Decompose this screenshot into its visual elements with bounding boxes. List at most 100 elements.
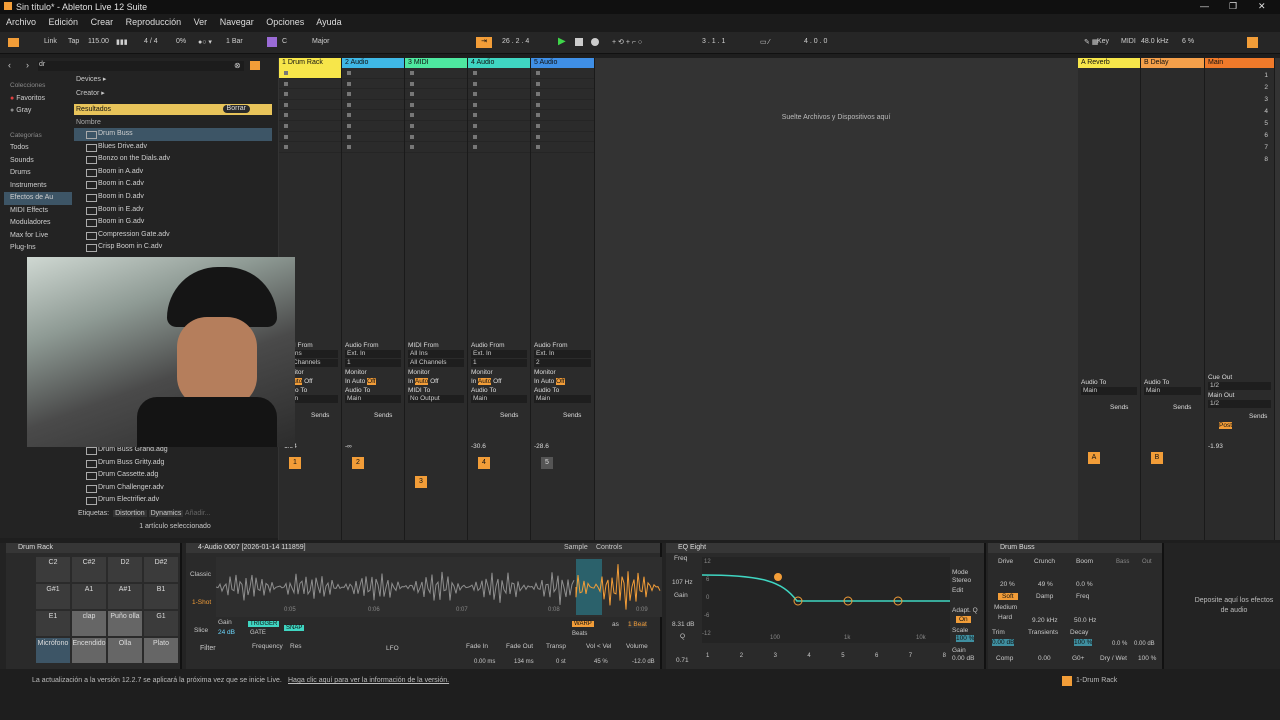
- clip-slot[interactable]: [468, 110, 530, 121]
- adapt-q-toggle[interactable]: On: [956, 616, 971, 623]
- decay-value[interactable]: 100 %: [1074, 639, 1093, 646]
- eq-band-toggle[interactable]: 8: [943, 653, 946, 659]
- clip-slot[interactable]: [279, 132, 341, 143]
- device-title[interactable]: EQ Eight: [666, 543, 984, 553]
- category-instruments[interactable]: Instruments: [4, 180, 72, 193]
- menu-ver[interactable]: Ver: [194, 17, 208, 27]
- clip-slot[interactable]: [531, 68, 594, 79]
- clip-slot[interactable]: [405, 142, 467, 153]
- transpose-value[interactable]: 0 st: [556, 659, 566, 665]
- loop-length[interactable]: 4 . 0 . 0: [804, 38, 827, 45]
- monitor-auto[interactable]: Auto: [414, 377, 429, 385]
- lfo-label[interactable]: LFO: [386, 645, 399, 652]
- key-select[interactable]: C: [282, 38, 287, 45]
- monitor-off[interactable]: Off: [430, 378, 439, 385]
- clip-slot[interactable]: [531, 132, 594, 143]
- clip-slot[interactable]: [342, 132, 404, 143]
- monitor-in[interactable]: In: [345, 378, 350, 385]
- sample-tab[interactable]: Sample: [564, 544, 588, 551]
- search-input[interactable]: dr: [38, 61, 244, 71]
- eq-band-toggle[interactable]: 3: [774, 653, 777, 659]
- volume-value[interactable]: -1.93: [1205, 442, 1274, 451]
- metronome-bars-icon[interactable]: ▮▮▮: [116, 38, 128, 46]
- drum-pad[interactable]: G1: [144, 611, 178, 636]
- monitor-off[interactable]: Off: [556, 377, 565, 385]
- minimize-icon[interactable]: —: [1200, 1, 1209, 11]
- eq-band-toggle[interactable]: 2: [740, 653, 743, 659]
- monitor-off[interactable]: Off: [304, 378, 313, 385]
- menu-archivo[interactable]: Archivo: [6, 17, 36, 27]
- fade-in-value[interactable]: 0.00 ms: [474, 659, 495, 665]
- scene-launch[interactable]: 1: [1264, 70, 1268, 82]
- track-header[interactable]: A Reverb: [1078, 58, 1140, 68]
- monitor-auto[interactable]: Auto: [352, 378, 365, 385]
- drywet-value[interactable]: 100 %: [1138, 655, 1156, 662]
- breadcrumb-devices[interactable]: Devices ▸: [74, 74, 272, 86]
- clip-slot[interactable]: [405, 79, 467, 90]
- restore-icon[interactable]: ❐: [1229, 1, 1237, 12]
- volume-value[interactable]: -30.6: [468, 442, 530, 451]
- list-item[interactable]: Crisp Boom in C.adv: [74, 241, 272, 254]
- menu-navegar[interactable]: Navegar: [220, 17, 254, 27]
- freq-value[interactable]: 107 Hz: [672, 579, 693, 586]
- play-icon[interactable]: ▶: [558, 36, 566, 47]
- out-value[interactable]: 0.00 dB: [1134, 641, 1155, 647]
- list-item[interactable]: Compression Gate.adv: [74, 229, 272, 242]
- drum-pad[interactable]: D#2: [144, 557, 178, 582]
- list-item[interactable]: Drum Buss: [74, 128, 272, 141]
- output-select[interactable]: Main: [345, 394, 401, 403]
- clip-slot[interactable]: [279, 110, 341, 121]
- clip-slot[interactable]: [279, 142, 341, 153]
- warp-button[interactable]: WARP: [572, 621, 594, 627]
- trim-value[interactable]: 0.00 dB: [992, 639, 1015, 646]
- output-select[interactable]: Main: [534, 394, 591, 403]
- main-out-select[interactable]: 1/2: [1208, 400, 1271, 408]
- breadcrumb-creator[interactable]: Creator ▸: [74, 88, 272, 100]
- drum-pad[interactable]: Plato: [144, 638, 178, 663]
- comp-button[interactable]: Comp: [996, 655, 1013, 662]
- trigger-button[interactable]: TRIGGER: [248, 621, 280, 627]
- clip-slot[interactable]: [468, 121, 530, 132]
- track-activator[interactable]: 1: [289, 456, 301, 469]
- clip-slot[interactable]: [405, 132, 467, 143]
- monitor-in[interactable]: In: [408, 378, 413, 385]
- clip-slot[interactable]: [342, 89, 404, 100]
- track-header[interactable]: Main: [1205, 58, 1274, 68]
- beat-length[interactable]: 1 Beat: [628, 621, 647, 628]
- monitor-in[interactable]: In: [471, 378, 476, 385]
- clip-slot[interactable]: [342, 68, 404, 79]
- eq-graph[interactable]: [702, 557, 950, 643]
- volume-value[interactable]: -12.0 dB: [632, 659, 655, 665]
- warp-mode[interactable]: Beats: [572, 631, 587, 637]
- metronome-icon[interactable]: ●○ ▾: [198, 38, 212, 46]
- loop-start[interactable]: 3 . 1 . 1: [702, 38, 725, 45]
- monitor-in[interactable]: In: [534, 378, 539, 385]
- output-select[interactable]: Main: [1144, 387, 1201, 395]
- list-item[interactable]: Drum Cassette.adg: [74, 469, 272, 482]
- clip-slot[interactable]: [468, 89, 530, 100]
- drum-pad[interactable]: E1: [36, 611, 70, 636]
- list-item[interactable]: Boom in A.adv: [74, 166, 272, 179]
- scene-launch[interactable]: 3: [1264, 94, 1268, 106]
- input-channel-select[interactable]: All Channels: [408, 358, 464, 367]
- list-item[interactable]: Boom in E.adv: [74, 204, 272, 217]
- list-item[interactable]: Drum Challenger.adv: [74, 482, 272, 495]
- track-activator[interactable]: A: [1088, 452, 1100, 464]
- track-activator[interactable]: 5: [541, 456, 553, 469]
- boom-freq-value[interactable]: 50.0 Hz: [1074, 617, 1096, 624]
- overview-icon[interactable]: [1247, 37, 1258, 48]
- collection-favoritos[interactable]: ● Favoritos: [4, 93, 72, 106]
- menu-crear[interactable]: Crear: [91, 17, 114, 27]
- clip-slot[interactable]: [468, 142, 530, 153]
- name-column-header[interactable]: Nombre: [74, 117, 272, 128]
- eq-band-toggle[interactable]: 5: [841, 653, 844, 659]
- clip-slot[interactable]: [405, 68, 467, 79]
- drum-pad[interactable]: C#2: [72, 557, 106, 582]
- link-button[interactable]: Link: [44, 38, 57, 45]
- category-audio-effects[interactable]: Efectos de Au: [4, 192, 72, 205]
- gain-value[interactable]: 8.31 dB: [672, 621, 694, 628]
- selected-track-name[interactable]: 1-Drum Rack: [1076, 677, 1117, 684]
- input-channel-select[interactable]: 2: [534, 358, 591, 367]
- collection-gray[interactable]: ● Gray: [4, 105, 72, 118]
- scene-launch[interactable]: 8: [1264, 154, 1268, 166]
